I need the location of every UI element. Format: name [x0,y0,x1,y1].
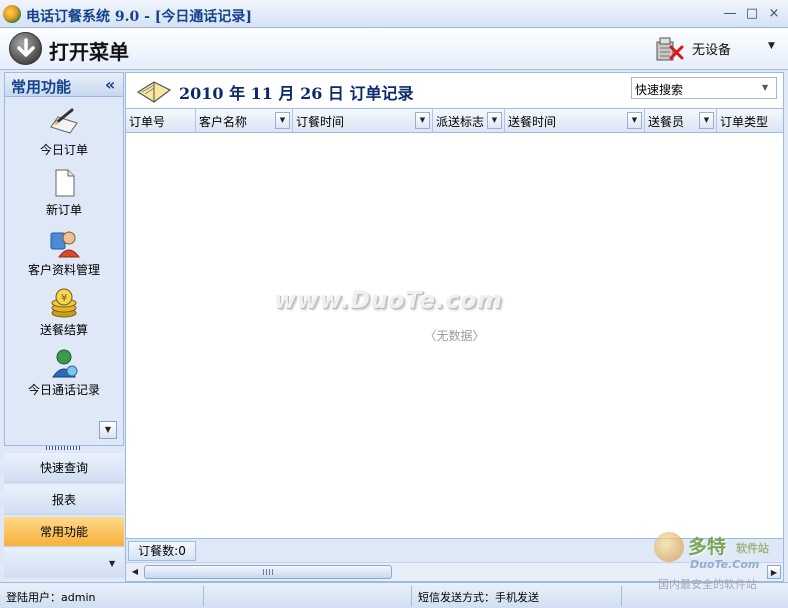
column-label: 订单类型 [720,115,769,129]
sidebar-title: 常用功能 [11,78,72,96]
sidebar-item-label: 送餐结算 [39,323,88,337]
minimize-button[interactable]: — [722,6,738,22]
column-label: 订餐时间 [296,115,345,129]
collapse-icon[interactable]: « [105,75,115,94]
mascot-icon [654,532,684,562]
sidebar-item-label: 客户资料管理 [27,263,100,277]
maximize-button[interactable]: □ [744,6,760,22]
logo-main-text: 多特 [688,536,727,558]
sidebar-item-customers[interactable]: 客户资料管理 [5,223,123,283]
logo-sub-text: 软件站 [736,542,769,555]
sidebar-item-label: 今日通话记录 [27,383,100,397]
quick-search-select[interactable]: 快速搜索 ▼ [631,77,777,99]
pen-paper-icon [50,108,78,134]
no-data-message: 〈无数据〉 [424,329,485,343]
customers-icon [50,231,80,258]
status-login-user: 登陆用户：admin [0,586,204,606]
status-text: 登陆用户：admin [6,591,96,604]
main-content: 2010 年 11 月 26 日 订单记录 快速搜索 ▼ 订单号 客户名称 ▼ … [125,72,784,582]
nav-common-functions[interactable]: 常用功能 [4,517,124,547]
column-order-no[interactable]: 订单号 [126,109,196,133]
chevron-down-icon[interactable]: ▼ [768,41,775,51]
app-logo-icon [3,5,21,23]
nav-quick-query[interactable]: 快速查询 [4,453,124,483]
close-button[interactable]: × [766,6,782,22]
quick-search-value: 快速搜索 [635,83,684,97]
column-label: 送餐员 [648,115,685,129]
panel-splitter[interactable] [46,446,82,450]
site-watermark: www.DuoTe.com [274,286,503,314]
column-delivery-person[interactable]: 送餐员 ▼ [645,109,717,133]
sidebar-item-label: 新订单 [45,203,82,217]
column-label: 订单号 [129,115,166,129]
status-text: 短信发送方式：手机发送 [418,591,539,604]
sidebar-scroll-down-button[interactable]: ▼ [99,421,117,439]
grip-icon [263,569,273,575]
nav-reports[interactable]: 报表 [4,485,124,515]
device-status-label[interactable]: 无设备 [692,39,731,58]
corner-watermark-logo: 多特 软件站 DuoTe.Com 国内最安全的软件站 [652,530,788,592]
column-filter-dropdown[interactable]: ▼ [627,112,642,129]
column-filter-dropdown[interactable]: ▼ [487,112,502,129]
svg-text:¥: ¥ [61,293,67,304]
column-order-type[interactable]: 订单类型 [717,109,783,133]
toolbar: 打开菜单 无设备 ▼ [0,28,788,70]
column-delivery-flag[interactable]: 派送标志 ▼ [433,109,505,133]
page-title: 2010 年 11 月 26 日 订单记录 [179,84,414,103]
logo-url-text: DuoTe.Com [690,558,760,571]
scrollbar-thumb[interactable] [144,565,392,579]
table-header: 订单号 客户名称 ▼ 订餐时间 ▼ 派送标志 ▼ 送餐时间 ▼ 送餐员 ▼ 订单… [126,109,783,133]
logo-slogan-text: 国内最安全的软件站 [658,578,757,591]
order-book-icon [136,81,172,103]
open-menu-arrow-icon[interactable] [9,32,42,65]
order-count-summary: 订餐数:0 [128,541,196,561]
nav-overflow-bar: ▼ [4,548,124,578]
sidebar-header: 常用功能 « [5,73,123,97]
column-filter-dropdown[interactable]: ▼ [415,112,430,129]
sidebar-item-delivery-settlement[interactable]: ¥ 送餐结算 [5,283,123,343]
status-sms-mode: 短信发送方式：手机发送 [412,586,622,606]
column-filter-dropdown[interactable]: ▼ [699,112,714,129]
open-menu-button[interactable]: 打开菜单 [49,36,129,65]
table-body[interactable]: www.DuoTe.com 〈无数据〉 [126,134,783,538]
column-filter-dropdown[interactable]: ▼ [275,112,290,129]
chevron-down-icon[interactable]: ▼ [762,83,768,92]
column-label: 客户名称 [199,115,248,129]
coins-icon: ¥ [51,288,77,318]
call-person-icon [52,349,78,378]
status-empty-segment [204,586,412,606]
column-order-time[interactable]: 订餐时间 ▼ [293,109,433,133]
sidebar-item-label: 今日订单 [39,143,88,157]
window-title: 电话订餐系统 9.0 - [今日通话记录] [26,9,253,25]
column-delivery-time[interactable]: 送餐时间 ▼ [505,109,645,133]
column-label: 派送标志 [436,115,485,129]
column-customer-name[interactable]: 客户名称 ▼ [196,109,293,133]
chevron-down-icon[interactable]: ▼ [109,559,115,568]
sidebar-item-today-calls[interactable]: 今日通话记录 [5,343,123,403]
sidebar: 常用功能 « 今日订单 新订单 客户资料管理 ¥ 送餐结算 今日通话记录 ▼ [4,72,124,446]
blank-document-icon [55,169,75,197]
scroll-left-arrow-icon[interactable]: ◀ [128,565,142,579]
content-header: 2010 年 11 月 26 日 订单记录 快速搜索 ▼ [126,73,783,109]
sidebar-item-today-orders[interactable]: 今日订单 [5,103,123,163]
sidebar-item-new-order[interactable]: 新订单 [5,163,123,223]
column-label: 送餐时间 [508,115,557,129]
phone-device-icon [656,37,684,61]
title-bar: 电话订餐系统 9.0 - [今日通话记录] — □ × [0,0,788,28]
